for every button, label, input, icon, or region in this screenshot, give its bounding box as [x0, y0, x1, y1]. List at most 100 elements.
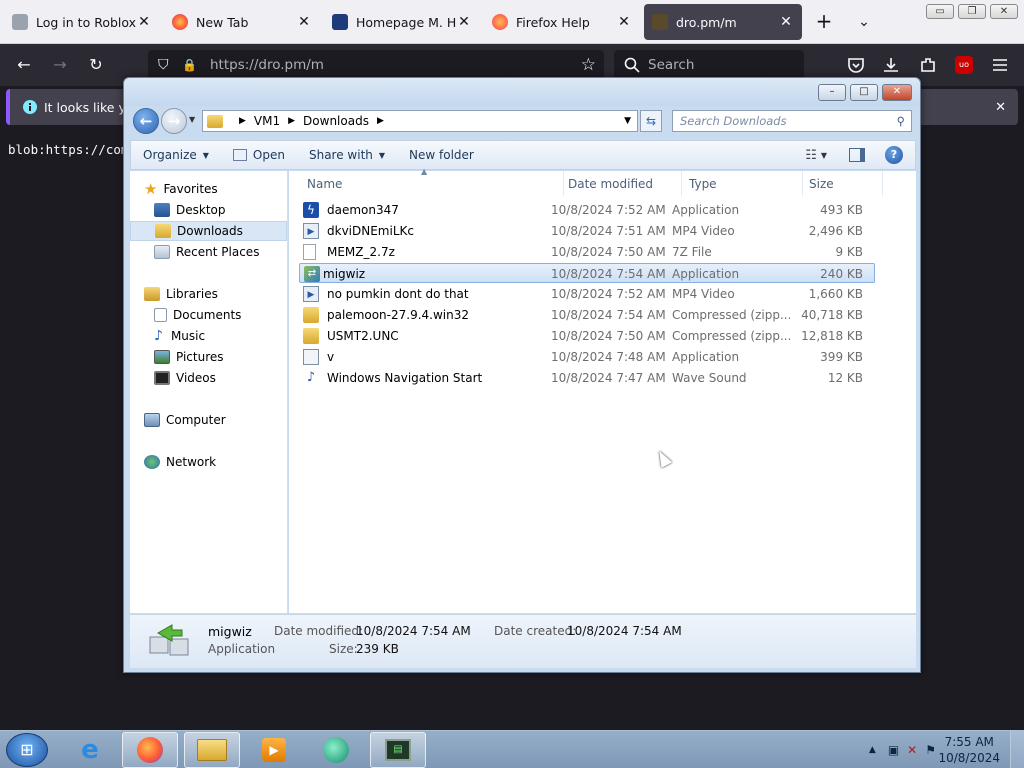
- column-header-size[interactable]: Size: [803, 171, 883, 196]
- explorer-maximize-button[interactable]: □: [850, 84, 878, 101]
- new-tab-button[interactable]: +: [812, 10, 836, 34]
- url-text[interactable]: https://dro.pm/m: [210, 57, 324, 73]
- console-app-taskbar-icon[interactable]: ▤: [370, 732, 426, 768]
- file-row[interactable]: ▶ no pumkin dont do that 10/8/2024 7:52 …: [299, 284, 875, 304]
- breadcrumb-separator-icon[interactable]: ▶: [239, 116, 246, 126]
- file-row[interactable]: ϟ daemon347 10/8/2024 7:52 AM Applicatio…: [299, 200, 875, 220]
- nav-computer[interactable]: Computer: [144, 410, 226, 430]
- tab-dro-pm[interactable]: dro.pm/m ✕: [644, 4, 802, 40]
- file-explorer-taskbar-icon[interactable]: [184, 732, 240, 768]
- file-date: 10/8/2024 7:51 AM: [551, 224, 666, 238]
- list-all-tabs-button[interactable]: ⌄: [852, 10, 876, 34]
- show-hidden-icons-icon[interactable]: ▲: [869, 745, 876, 755]
- file-row[interactable]: v 10/8/2024 7:48 AM Application 399 KB: [299, 347, 875, 367]
- explorer-title-bar[interactable]: – □ ✕: [124, 78, 920, 106]
- reload-button[interactable]: ↻: [84, 53, 108, 77]
- breadcrumb-vm1[interactable]: VM1: [254, 114, 280, 128]
- search-icon: [624, 57, 640, 73]
- recent-pages-dropdown-icon[interactable]: ▼: [189, 115, 195, 124]
- nav-network[interactable]: Network: [144, 452, 216, 472]
- new-folder-button[interactable]: New folder: [397, 148, 486, 162]
- breadcrumb-separator-icon[interactable]: ▶: [377, 116, 384, 126]
- open-label: Open: [252, 148, 285, 162]
- file-row-selected[interactable]: ⇄ migwiz 10/8/2024 7:54 AM Application 2…: [299, 263, 875, 283]
- nav-desktop[interactable]: Desktop: [154, 200, 226, 220]
- notification-close-icon[interactable]: ✕: [995, 100, 1006, 115]
- file-row[interactable]: USMT2.UNC 10/8/2024 7:50 AM Compressed (…: [299, 326, 875, 346]
- file-row[interactable]: palemoon-27.9.4.win32 10/8/2024 7:54 AM …: [299, 305, 875, 325]
- tracking-shield-icon[interactable]: ⛉: [158, 57, 169, 73]
- nav-pictures[interactable]: Pictures: [154, 347, 224, 367]
- flag-icon[interactable]: ⚑: [925, 743, 936, 757]
- refresh-icon[interactable]: ⇆: [640, 110, 662, 132]
- preview-pane-icon[interactable]: [849, 148, 865, 162]
- explorer-minimize-button[interactable]: –: [818, 84, 846, 101]
- tab-roblox[interactable]: Log in to Roblox ✕: [4, 4, 160, 40]
- firefox-taskbar-icon[interactable]: [122, 732, 178, 768]
- bookmark-star-icon[interactable]: ☆: [581, 55, 596, 75]
- tab-close-icon[interactable]: ✕: [296, 14, 312, 30]
- nav-favorites[interactable]: ★ Favorites: [144, 179, 218, 199]
- media-player-icon[interactable]: ▶: [246, 732, 302, 768]
- tab-close-icon[interactable]: ✕: [456, 14, 472, 30]
- explorer-close-button[interactable]: ✕: [882, 84, 912, 101]
- chevron-down-icon[interactable]: ▼: [821, 151, 827, 160]
- column-header-name[interactable]: Name ▲: [301, 167, 564, 196]
- volume-muted-icon[interactable]: ✕: [907, 743, 917, 757]
- downloads-icon[interactable]: [882, 56, 900, 74]
- back-button[interactable]: ←: [12, 53, 36, 77]
- nav-music[interactable]: ♪ Music: [154, 326, 205, 346]
- tab-close-icon[interactable]: ✕: [778, 14, 794, 30]
- blank-file-icon: [303, 244, 316, 260]
- clock[interactable]: 7:55 AM 10/8/2024: [938, 734, 1000, 766]
- tab-firefox-help[interactable]: Firefox Help ✕: [484, 4, 640, 40]
- show-desktop-button[interactable]: [1010, 731, 1024, 768]
- url-bar[interactable]: ⛉ 🔒 https://dro.pm/m ☆: [148, 50, 604, 80]
- forward-button[interactable]: →: [48, 53, 72, 77]
- tab-homepage[interactable]: Homepage M. Hoe ✕: [324, 4, 480, 40]
- nav-videos[interactable]: Videos: [154, 368, 216, 388]
- internet-explorer-icon[interactable]: e: [62, 732, 118, 768]
- share-with-button[interactable]: Share with ▼: [297, 148, 397, 162]
- address-dropdown-icon[interactable]: ▼: [624, 116, 631, 126]
- extensions-icon[interactable]: [919, 56, 937, 74]
- file-row[interactable]: MEMZ_2.7z 10/8/2024 7:50 AM 7Z File 9 KB: [299, 242, 875, 262]
- breadcrumb-separator-icon[interactable]: ▶: [288, 116, 295, 126]
- nav-documents[interactable]: Documents: [154, 305, 241, 325]
- change-view-icon[interactable]: ☷: [805, 148, 817, 163]
- action-center-icon[interactable]: ▣: [888, 743, 899, 757]
- window-restore-button[interactable]: ❐: [958, 4, 986, 19]
- tab-close-icon[interactable]: ✕: [616, 14, 632, 30]
- lock-icon[interactable]: 🔒: [182, 58, 197, 72]
- window-close-button[interactable]: ✕: [990, 4, 1018, 19]
- nav-recent-places[interactable]: Recent Places: [154, 242, 259, 262]
- videos-icon: [154, 371, 170, 385]
- window-minimize-button[interactable]: ▭: [926, 4, 954, 19]
- file-size: 40,718 KB: [801, 308, 863, 322]
- windows-start-icon[interactable]: ⊞: [6, 733, 48, 767]
- file-date: 10/8/2024 7:48 AM: [551, 350, 666, 364]
- address-bar[interactable]: ▶ VM1 ▶ Downloads ▶ ▼: [202, 110, 638, 132]
- teal-app-icon[interactable]: [308, 732, 364, 768]
- file-name: USMT2.UNC: [327, 329, 399, 343]
- breadcrumb-downloads[interactable]: Downloads: [303, 114, 369, 128]
- ublock-origin-icon[interactable]: uo: [955, 56, 973, 74]
- organize-button[interactable]: Organize ▼: [131, 148, 221, 162]
- search-bar[interactable]: Search: [614, 50, 804, 80]
- explorer-search-input[interactable]: Search Downloads ⚲: [672, 110, 912, 132]
- forward-arrow-icon[interactable]: →: [161, 108, 187, 134]
- column-header-type[interactable]: Type: [683, 171, 803, 196]
- nav-downloads[interactable]: Downloads: [130, 221, 287, 241]
- file-row[interactable]: ▶ dkviDNEmiLKc 10/8/2024 7:51 AM MP4 Vid…: [299, 221, 875, 241]
- hamburger-menu-icon[interactable]: [991, 56, 1009, 74]
- nav-libraries[interactable]: Libraries: [144, 284, 218, 304]
- open-button[interactable]: Open: [221, 148, 297, 162]
- help-icon[interactable]: ?: [885, 146, 903, 164]
- back-arrow-icon[interactable]: ←: [133, 108, 159, 134]
- file-row[interactable]: ♪ Windows Navigation Start 10/8/2024 7:4…: [299, 368, 875, 388]
- column-header-date-modified[interactable]: Date modified: [562, 171, 682, 196]
- star-icon: ★: [144, 180, 158, 198]
- pocket-icon[interactable]: [847, 56, 865, 74]
- tab-close-icon[interactable]: ✕: [136, 14, 152, 30]
- tab-new-tab[interactable]: New Tab ✕: [164, 4, 320, 40]
